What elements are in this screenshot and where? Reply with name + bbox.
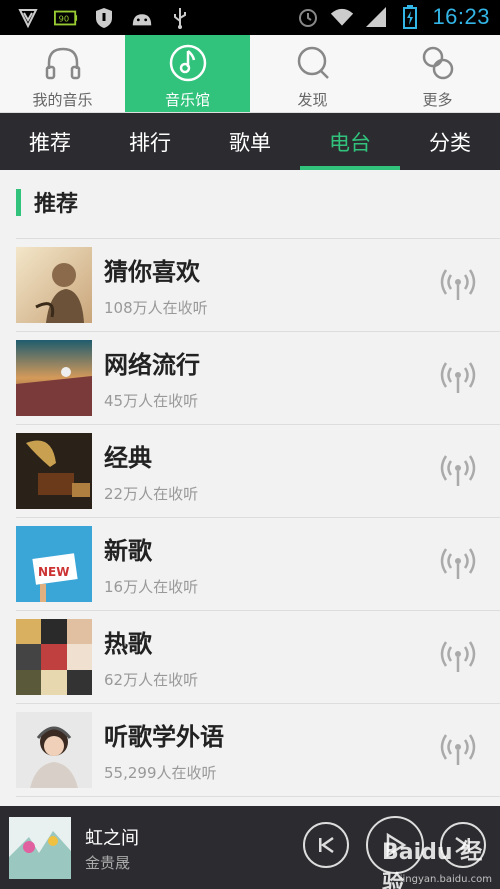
station-cover xyxy=(16,619,92,695)
listener-count: 55,299人在收听 xyxy=(104,764,217,782)
status-time: 16:23 xyxy=(432,4,490,29)
svg-text:NEW: NEW xyxy=(38,565,69,579)
nav-music-hall[interactable]: 音乐馆 xyxy=(125,35,250,112)
station-cover xyxy=(16,340,92,416)
station-title: 网络流行 xyxy=(104,351,200,379)
security-shield-icon xyxy=(92,6,116,30)
svg-text:90: 90 xyxy=(59,14,70,24)
more-circles-icon xyxy=(422,46,453,80)
section-accent-bar xyxy=(16,188,21,216)
station-list: 猜你喜欢 108万人在收听 网络流行 45万人在收听 经典 22万人在收听 NE… xyxy=(16,238,500,797)
list-item[interactable]: 经典 22万人在收听 xyxy=(16,425,500,518)
sub-tabs: 推荐 排行 歌单 电台 分类 xyxy=(0,113,500,170)
tab-charts[interactable]: 排行 xyxy=(100,113,200,170)
battery-saver-icon: 90 xyxy=(54,6,78,30)
skip-previous-icon xyxy=(319,836,334,854)
list-item[interactable]: 猜你喜欢 108万人在收听 xyxy=(16,239,500,332)
nav-label: 发现 xyxy=(297,91,328,109)
album-cover xyxy=(9,817,71,879)
watermark-logo: Baidu 经验 xyxy=(382,840,483,889)
list-item[interactable]: 听歌学外语 55,299人在收听 xyxy=(16,704,500,797)
status-bar: 90 16:23 xyxy=(0,0,500,35)
station-cover xyxy=(16,433,92,509)
listener-count: 16万人在收听 xyxy=(104,578,199,596)
radio-broadcast-icon[interactable] xyxy=(440,267,476,303)
previous-button[interactable] xyxy=(303,822,349,868)
music-note-icon xyxy=(169,44,206,82)
headphones-icon xyxy=(45,47,80,80)
android-icon xyxy=(130,6,154,30)
radio-broadcast-icon[interactable] xyxy=(440,360,476,396)
list-item[interactable]: 网络流行 45万人在收听 xyxy=(16,332,500,425)
nav-label: 更多 xyxy=(422,91,453,109)
radio-broadcast-icon[interactable] xyxy=(440,546,476,582)
listener-count: 62万人在收听 xyxy=(104,671,199,689)
list-item[interactable]: NEW 新歌 16万人在收听 xyxy=(16,518,500,611)
station-title: 听歌学外语 xyxy=(104,723,224,751)
station-title: 猜你喜欢 xyxy=(104,258,200,286)
nav-my-music[interactable]: 我的音乐 xyxy=(0,35,125,112)
wifi-icon xyxy=(330,5,354,29)
station-cover: NEW xyxy=(16,526,92,602)
listener-count: 22万人在收听 xyxy=(104,485,199,503)
listener-count: 45万人在收听 xyxy=(104,392,199,410)
alarm-icon xyxy=(296,5,320,29)
radio-broadcast-icon[interactable] xyxy=(440,732,476,768)
section-header: 推荐 xyxy=(16,187,78,217)
battery-charging-icon xyxy=(398,5,422,29)
tab-recommend[interactable]: 推荐 xyxy=(0,113,100,170)
station-cover xyxy=(16,247,92,323)
station-cover xyxy=(16,712,92,788)
radio-broadcast-icon[interactable] xyxy=(440,639,476,675)
tab-categories[interactable]: 分类 xyxy=(400,113,500,170)
usb-icon xyxy=(168,6,192,30)
now-playing-title: 虹之间 xyxy=(85,828,139,849)
list-item[interactable]: 热歌 62万人在收听 xyxy=(16,611,500,704)
now-playing-artist: 金贵晟 xyxy=(85,854,131,872)
signal-icon xyxy=(364,5,388,29)
nav-discover[interactable]: 发现 xyxy=(250,35,375,112)
section-title: 推荐 xyxy=(34,192,79,217)
top-navigation: 我的音乐 音乐馆 发现 更多 xyxy=(0,35,500,113)
nav-more[interactable]: 更多 xyxy=(375,35,500,112)
tab-playlists[interactable]: 歌单 xyxy=(200,113,300,170)
tab-radio[interactable]: 电台 xyxy=(300,113,400,170)
nav-label: 音乐馆 xyxy=(164,91,210,109)
shield-v-icon xyxy=(16,6,40,30)
radio-broadcast-icon[interactable] xyxy=(440,453,476,489)
nav-label: 我的音乐 xyxy=(32,91,93,109)
search-icon xyxy=(297,46,329,79)
station-title: 经典 xyxy=(104,444,152,472)
station-title: 新歌 xyxy=(104,537,152,565)
station-title: 热歌 xyxy=(104,630,152,658)
listener-count: 108万人在收听 xyxy=(104,299,208,317)
